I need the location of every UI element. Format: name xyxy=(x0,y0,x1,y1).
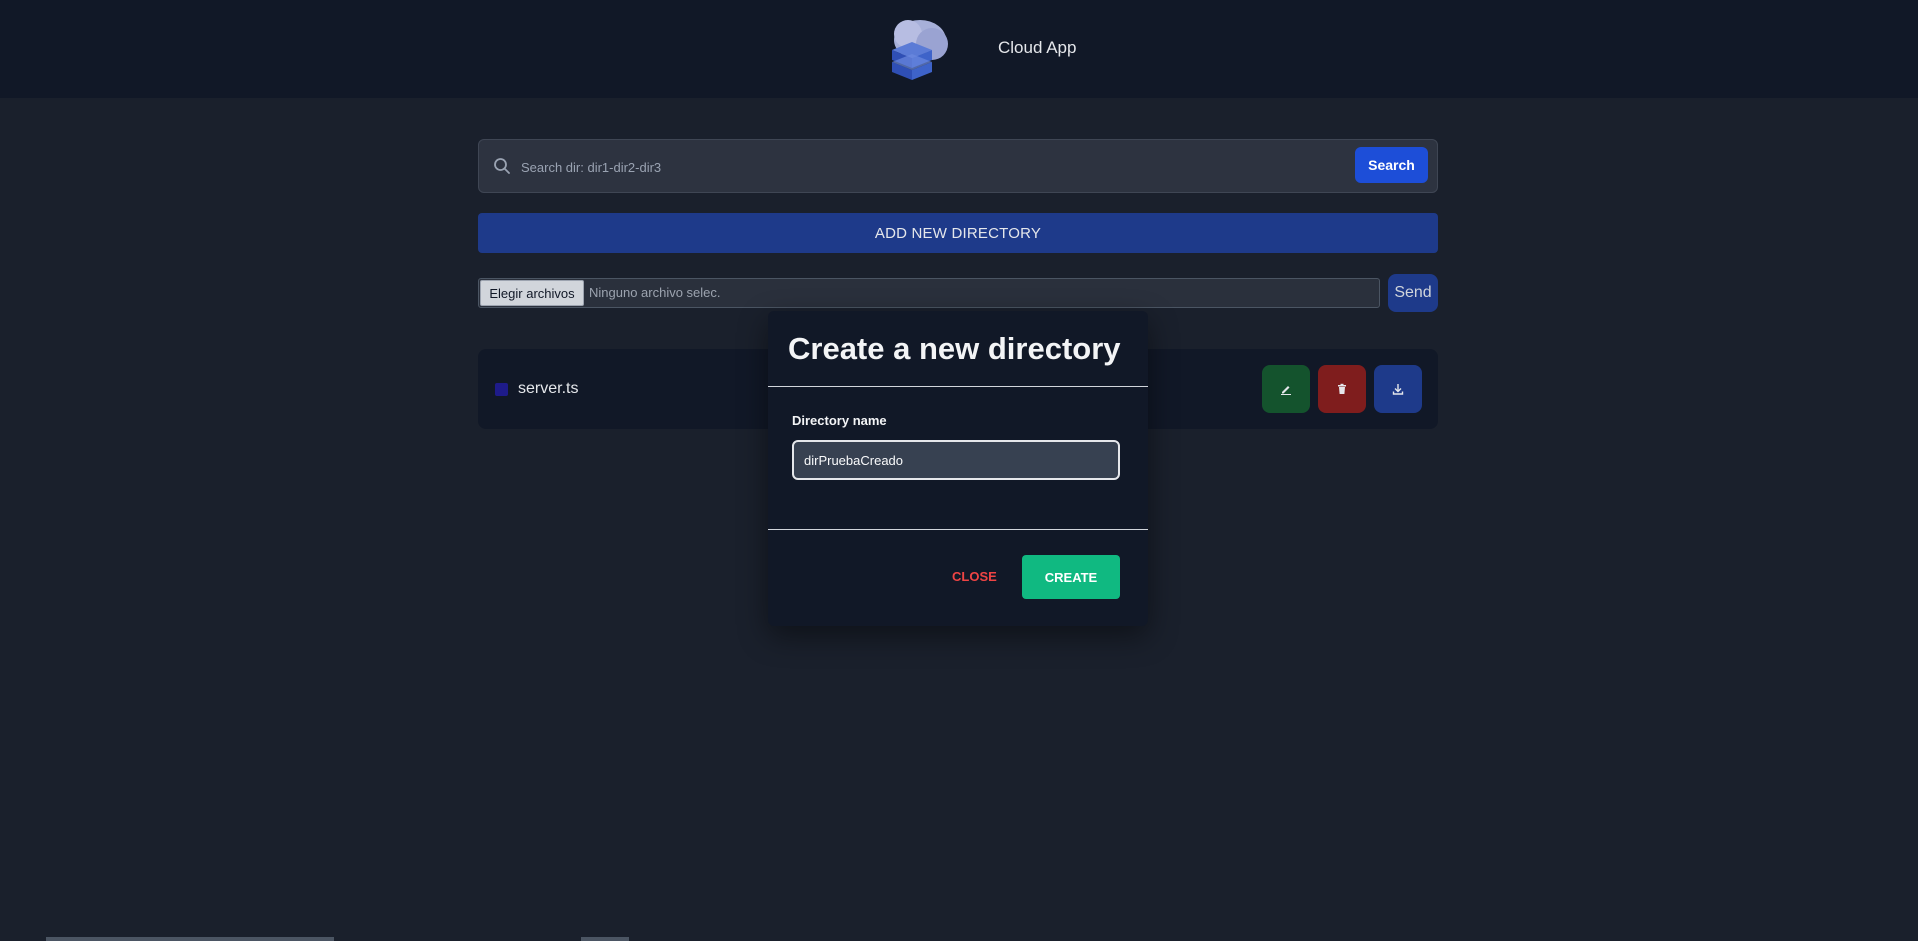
close-button[interactable]: CLOSE xyxy=(952,569,997,584)
modal-divider xyxy=(768,386,1148,387)
edit-icon xyxy=(1281,386,1291,395)
file-name[interactable]: server.ts xyxy=(518,380,578,398)
search-button[interactable]: Search xyxy=(1355,147,1428,183)
trash-icon xyxy=(1338,383,1346,394)
search-icon xyxy=(494,158,510,174)
search-input[interactable] xyxy=(519,140,1383,194)
file-icon xyxy=(495,383,508,396)
download-icon xyxy=(1392,384,1404,395)
add-new-directory-button[interactable]: ADD NEW DIRECTORY xyxy=(478,213,1438,253)
file-selection-status: Ninguno archivo selec. xyxy=(589,285,721,300)
choose-files-button[interactable]: Elegir archivos xyxy=(480,280,584,306)
horizontal-scrollbar-thumb[interactable] xyxy=(581,937,629,941)
send-button[interactable]: Send xyxy=(1388,274,1438,312)
app-title: Cloud App xyxy=(998,38,1077,57)
modal-divider xyxy=(768,529,1148,530)
cloud-server-icon xyxy=(892,20,948,80)
delete-button[interactable] xyxy=(1318,365,1366,413)
horizontal-scrollbar[interactable] xyxy=(46,937,334,941)
app-header: Cloud App xyxy=(0,0,1918,98)
modal-title: Create a new directory xyxy=(788,331,1121,366)
create-button[interactable]: CREATE xyxy=(1022,555,1120,599)
download-button[interactable] xyxy=(1374,365,1422,413)
edit-button[interactable] xyxy=(1262,365,1310,413)
directory-name-input[interactable] xyxy=(792,440,1120,480)
create-directory-modal: Create a new directory Directory name CL… xyxy=(768,311,1148,626)
file-upload-input[interactable]: Elegir archivos Ninguno archivo selec. xyxy=(478,278,1380,308)
directory-name-label: Directory name xyxy=(792,413,887,428)
search-bar: Search xyxy=(478,139,1438,194)
